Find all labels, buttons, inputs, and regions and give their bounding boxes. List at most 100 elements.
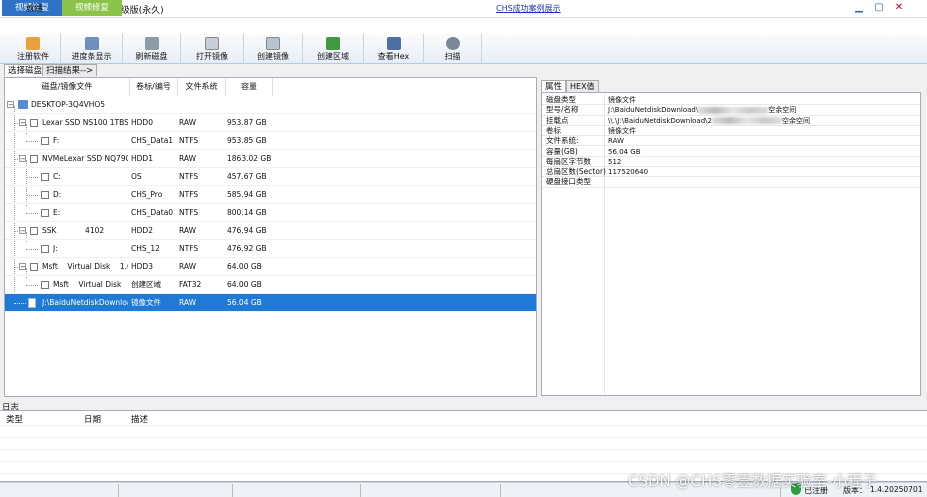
refresh-disk-button[interactable]: 刷新磁盘 xyxy=(123,34,181,64)
partition-checkbox[interactable] xyxy=(41,209,49,217)
property-key: 总扇区数(Sector) xyxy=(546,167,606,177)
progress-display-icon xyxy=(84,37,99,50)
status-text: 就绪 xyxy=(26,4,44,14)
collapse-icon[interactable]: − xyxy=(7,101,14,109)
status-divider xyxy=(118,484,119,497)
image-file-name: J:\BaiduNetdiskDownload... xyxy=(42,298,128,307)
tree-row-partition[interactable]: C: OS NTFS 457.67 GB xyxy=(5,168,536,186)
register-label: 注册软件 xyxy=(17,52,49,61)
create-region-label: 创建区域 xyxy=(317,52,349,61)
disk-checkbox[interactable] xyxy=(30,263,38,271)
tree-row-disk[interactable]: − NVMeLexar SSD NQ790 2... HDD1 RAW 1863… xyxy=(5,150,536,168)
column-header-fs[interactable]: 文件系统 xyxy=(178,78,226,96)
property-key: 文件系统: xyxy=(546,136,579,146)
partition-checkbox[interactable] xyxy=(41,191,49,199)
disk-label: HDD2 xyxy=(131,226,153,235)
open-image-icon xyxy=(205,37,219,50)
create-image-button[interactable]: 创建镜像 xyxy=(244,34,303,64)
property-key: 磁盘类型 xyxy=(546,95,576,104)
tree-row-computer[interactable]: − DESKTOP-3Q4VHO5 xyxy=(5,96,536,114)
scan-button[interactable]: 扫描 xyxy=(424,34,482,64)
property-row: 挂载点 \\.\J:\BaiduNetdiskDownload\2 空余空间 xyxy=(542,116,920,126)
column-header-size[interactable]: 容量 xyxy=(226,78,273,96)
property-row: 磁盘类型 镜像文件 xyxy=(542,95,920,106)
computer-icon xyxy=(18,100,28,109)
tree-row-disk[interactable]: − Lexar SSD NS100 1TBSN... HDD0 RAW 953.… xyxy=(5,114,536,132)
property-value: 117520640 xyxy=(608,168,649,177)
disk-checkbox[interactable] xyxy=(30,155,38,163)
tree-connector xyxy=(26,249,38,250)
minimize-button[interactable]: ▁ xyxy=(852,1,866,15)
collapse-icon[interactable]: − xyxy=(19,227,26,235)
create-region-button[interactable]: 创建区域 xyxy=(303,34,364,64)
progress-display-button[interactable]: 进度条显示 xyxy=(61,34,123,64)
disk-name: NVMeLexar SSD NQ790 2... xyxy=(42,154,128,163)
column-header-label[interactable]: 卷标/编号 xyxy=(130,78,178,96)
log-column-date[interactable]: 日期 xyxy=(84,413,101,425)
tree-row-partition[interactable]: D: CHS_Pro NTFS 585.94 GB xyxy=(5,186,536,204)
open-image-button[interactable]: 打开镜像 xyxy=(181,34,244,64)
property-value: 56.04 GB xyxy=(608,147,641,156)
property-key: 容量(GB) xyxy=(546,146,578,156)
partition-fs: NTFS xyxy=(179,190,199,199)
scan-label: 扫描 xyxy=(444,52,461,61)
create-image-icon xyxy=(266,37,280,50)
close-button[interactable]: ✕ xyxy=(892,1,906,15)
partition-label: OS xyxy=(131,172,142,181)
tree-connector xyxy=(26,213,38,214)
tab-scan-result[interactable]: 扫描结果--> xyxy=(42,64,98,76)
maximize-button[interactable]: ▢ xyxy=(872,1,886,15)
register-button[interactable]: 注册软件 xyxy=(6,34,61,64)
progress-display-label: 进度条显示 xyxy=(71,52,112,61)
tab-select-disk[interactable]: 选择磁盘 xyxy=(4,64,47,76)
tab-video-repair[interactable]: 视频修复 xyxy=(62,0,122,16)
view-hex-label: 查看Hex xyxy=(377,52,410,61)
tree-row-disk[interactable]: − SSK 4102 HDD2 RAW 476.94 GB xyxy=(5,222,536,240)
disk-name: Msft Virtual Disk 1.0 xyxy=(42,262,128,271)
refresh-disk-icon xyxy=(144,37,159,50)
partition-fs: NTFS xyxy=(179,244,199,253)
partition-checkbox[interactable] xyxy=(41,137,49,145)
tree-row-image-file[interactable]: J:\BaiduNetdiskDownload... 镜像文件 RAW 56.0… xyxy=(5,294,536,312)
partition-fs: NTFS xyxy=(179,136,199,145)
partition-checkbox[interactable] xyxy=(41,173,49,181)
status-divider xyxy=(500,484,501,497)
tab-properties[interactable]: 属性 xyxy=(541,80,567,92)
collapse-icon[interactable]: − xyxy=(19,155,26,163)
partition-name: F: xyxy=(53,136,60,145)
tree-row-partition[interactable]: J: CHS_12 NTFS 476.92 GB xyxy=(5,240,536,258)
partition-size: 64.00 GB xyxy=(227,280,262,289)
collapse-icon[interactable]: − xyxy=(19,119,26,127)
property-row: 每扇区字节数 512 xyxy=(542,157,920,168)
redacted-blur xyxy=(711,117,782,125)
status-divider xyxy=(232,484,233,497)
tree-connector xyxy=(26,177,38,178)
partition-name: Msft Virtual Disk 1... xyxy=(53,280,122,289)
disk-name: SSK 4102 xyxy=(42,226,105,235)
tree-row-partition[interactable]: E: CHS_Data0 NTFS 800.14 GB xyxy=(5,204,536,222)
tree-row-disk[interactable]: − Msft Virtual Disk 1.0 HDD3 RAW 64.00 G… xyxy=(5,258,536,276)
watermark-text: CSDN @CHS零壹数据实验室-小程子 xyxy=(628,472,878,490)
register-icon xyxy=(26,37,40,50)
column-header-disk[interactable]: 磁盘/镜像文件 xyxy=(5,78,130,96)
disk-checkbox[interactable] xyxy=(30,227,38,235)
collapse-icon[interactable]: − xyxy=(19,263,26,271)
disk-checkbox[interactable] xyxy=(30,119,38,127)
image-file-size: 56.04 GB xyxy=(227,298,262,307)
disk-label: HDD3 xyxy=(131,262,153,271)
property-value: 镜像文件 xyxy=(608,96,636,104)
tree-row-partition[interactable]: Msft Virtual Disk 1... 创建区域 FAT32 64.00 … xyxy=(5,276,536,294)
tree-row-partition[interactable]: F: CHS_Data1 NTFS 953.85 GB xyxy=(5,132,536,150)
tab-hex[interactable]: HEX值 xyxy=(566,80,599,92)
log-column-desc[interactable]: 描述 xyxy=(131,413,148,425)
property-value: RAW xyxy=(608,137,624,146)
log-column-type[interactable]: 类型 xyxy=(6,413,23,425)
view-hex-button[interactable]: 查看Hex xyxy=(364,34,424,64)
partition-checkbox[interactable] xyxy=(41,281,49,289)
partition-checkbox[interactable] xyxy=(41,245,49,253)
success-cases-link[interactable]: CHS成功案例展示 xyxy=(496,3,561,14)
mode-tab-strip xyxy=(0,18,927,34)
disk-label: HDD0 xyxy=(131,118,153,127)
log-row xyxy=(0,461,927,462)
tree-connector xyxy=(26,141,38,142)
